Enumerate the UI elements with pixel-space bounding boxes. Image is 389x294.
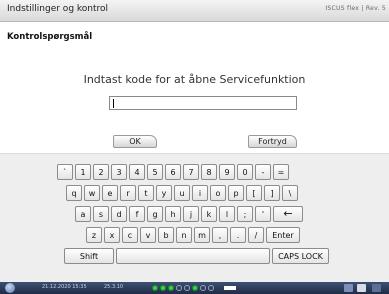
status-dot-icon bbox=[168, 285, 174, 291]
key-row1-1[interactable]: 1 bbox=[75, 164, 91, 180]
key-row4-6[interactable]: m bbox=[194, 227, 210, 243]
key-row3-7[interactable]: k bbox=[201, 206, 217, 222]
title-bar: Indstillinger og kontrol ISCUS flex | Re… bbox=[0, 0, 389, 22]
key-row1-2[interactable]: 2 bbox=[93, 164, 109, 180]
key-row4-1[interactable]: x bbox=[104, 227, 120, 243]
key-row3-2[interactable]: d bbox=[111, 206, 127, 222]
key-row3-5[interactable]: h bbox=[165, 206, 181, 222]
key-row2-7[interactable]: i bbox=[192, 185, 208, 201]
text-caret bbox=[113, 99, 114, 108]
key-row2-9[interactable]: p bbox=[228, 185, 244, 201]
keyboard-row-qwerty: q w e r t y u i o p[] \ bbox=[66, 185, 300, 201]
space-key[interactable] bbox=[116, 248, 270, 264]
keyboard-row-zxcv: z x c v b n m,. / Enter bbox=[86, 227, 302, 243]
keyboard-row-asdf: a s d f g h j k l; ' ← bbox=[75, 206, 305, 222]
key-row3-4[interactable]: g bbox=[147, 206, 163, 222]
taskbar-datetime: 21.12.2020 15:35 bbox=[42, 284, 87, 290]
key-row2-1[interactable]: w bbox=[84, 185, 100, 201]
key-row4-0[interactable]: z bbox=[86, 227, 102, 243]
key-row1-4[interactable]: 4 bbox=[129, 164, 145, 180]
key-row2-8[interactable]: o bbox=[210, 185, 226, 201]
key-row4-3[interactable]: v bbox=[140, 227, 156, 243]
display-icon[interactable] bbox=[372, 284, 381, 292]
key-row2-12[interactable]: \ bbox=[282, 185, 298, 201]
key-row4-2[interactable]: c bbox=[122, 227, 138, 243]
key-row3-1[interactable]: s bbox=[93, 206, 109, 222]
key-row2-10[interactable]: [ bbox=[246, 185, 262, 201]
keyboard-row-numbers: ` 1 2 3 4 5 6 7 8 9 0- = bbox=[57, 164, 291, 180]
status-dot-icon bbox=[152, 285, 158, 291]
key-row1-9[interactable]: 9 bbox=[219, 164, 235, 180]
ok-button[interactable]: OK bbox=[113, 135, 157, 148]
code-prompt: Indtast kode for at åbne Servicefunktion bbox=[83, 73, 306, 86]
key-row3-0[interactable]: a bbox=[75, 206, 91, 222]
dialog-header: Kontrolspørgsmål bbox=[7, 32, 93, 42]
enter-key[interactable]: Enter bbox=[266, 227, 300, 243]
taskbar: 21.12.2020 15:35 25.3.10 bbox=[0, 282, 389, 294]
settings-icon[interactable] bbox=[357, 284, 366, 292]
key-row1-10[interactable]: 0 bbox=[237, 164, 253, 180]
key-row1-12[interactable]: = bbox=[273, 164, 289, 180]
key-row3-9[interactable]: ; bbox=[237, 206, 253, 222]
keyboard-row-bottom: Shift CAPS LOCK bbox=[64, 248, 331, 264]
status-dot-icon bbox=[208, 285, 214, 291]
code-input[interactable] bbox=[109, 96, 297, 110]
shift-key[interactable]: Shift bbox=[64, 248, 114, 264]
backspace-key[interactable]: ← bbox=[273, 206, 303, 222]
key-row3-8[interactable]: l bbox=[219, 206, 235, 222]
taskbar-version: 25.3.10 bbox=[104, 284, 124, 290]
key-row1-6[interactable]: 6 bbox=[165, 164, 181, 180]
key-row1-8[interactable]: 8 bbox=[201, 164, 217, 180]
on-screen-keyboard: ` 1 2 3 4 5 6 7 8 9 0- = q w e r t y u i o p[] \ a s d f g h j k l; ' ←… bbox=[0, 153, 389, 283]
key-row2-3[interactable]: r bbox=[120, 185, 136, 201]
caps-lock-key[interactable]: CAPS LOCK bbox=[272, 248, 329, 264]
key-row3-3[interactable]: f bbox=[129, 206, 145, 222]
key-row2-2[interactable]: e bbox=[102, 185, 118, 201]
window-title: Indstillinger og kontrol bbox=[7, 4, 109, 14]
status-bar-indicator bbox=[224, 286, 236, 290]
key-row2-6[interactable]: u bbox=[174, 185, 190, 201]
cancel-button[interactable]: Fortryd bbox=[248, 135, 297, 148]
network-icon[interactable] bbox=[344, 284, 353, 292]
key-row1-5[interactable]: 5 bbox=[147, 164, 163, 180]
key-row3-6[interactable]: j bbox=[183, 206, 199, 222]
status-dot-icon bbox=[192, 285, 198, 291]
status-dot-icon bbox=[160, 285, 166, 291]
key-row1-7[interactable]: 7 bbox=[183, 164, 199, 180]
key-row3-10[interactable]: ' bbox=[255, 206, 271, 222]
status-dot-icon bbox=[176, 285, 182, 291]
brand-logo: ISCUS flex | Rev. 5 bbox=[325, 5, 386, 12]
key-row1-0[interactable]: ` bbox=[57, 164, 73, 180]
key-row4-5[interactable]: n bbox=[176, 227, 192, 243]
key-row4-8[interactable]: . bbox=[230, 227, 246, 243]
key-row1-3[interactable]: 3 bbox=[111, 164, 127, 180]
key-row4-4[interactable]: b bbox=[158, 227, 174, 243]
start-button-icon[interactable] bbox=[5, 283, 15, 293]
key-row1-11[interactable]: - bbox=[255, 164, 271, 180]
key-row2-11[interactable]: ] bbox=[264, 185, 280, 201]
key-row4-9[interactable]: / bbox=[248, 227, 264, 243]
status-dot-icon bbox=[200, 285, 206, 291]
key-row2-5[interactable]: y bbox=[156, 185, 172, 201]
key-row2-0[interactable]: q bbox=[66, 185, 82, 201]
key-row4-7[interactable]: , bbox=[212, 227, 228, 243]
key-row2-4[interactable]: t bbox=[138, 185, 154, 201]
status-dot-icon bbox=[184, 285, 190, 291]
